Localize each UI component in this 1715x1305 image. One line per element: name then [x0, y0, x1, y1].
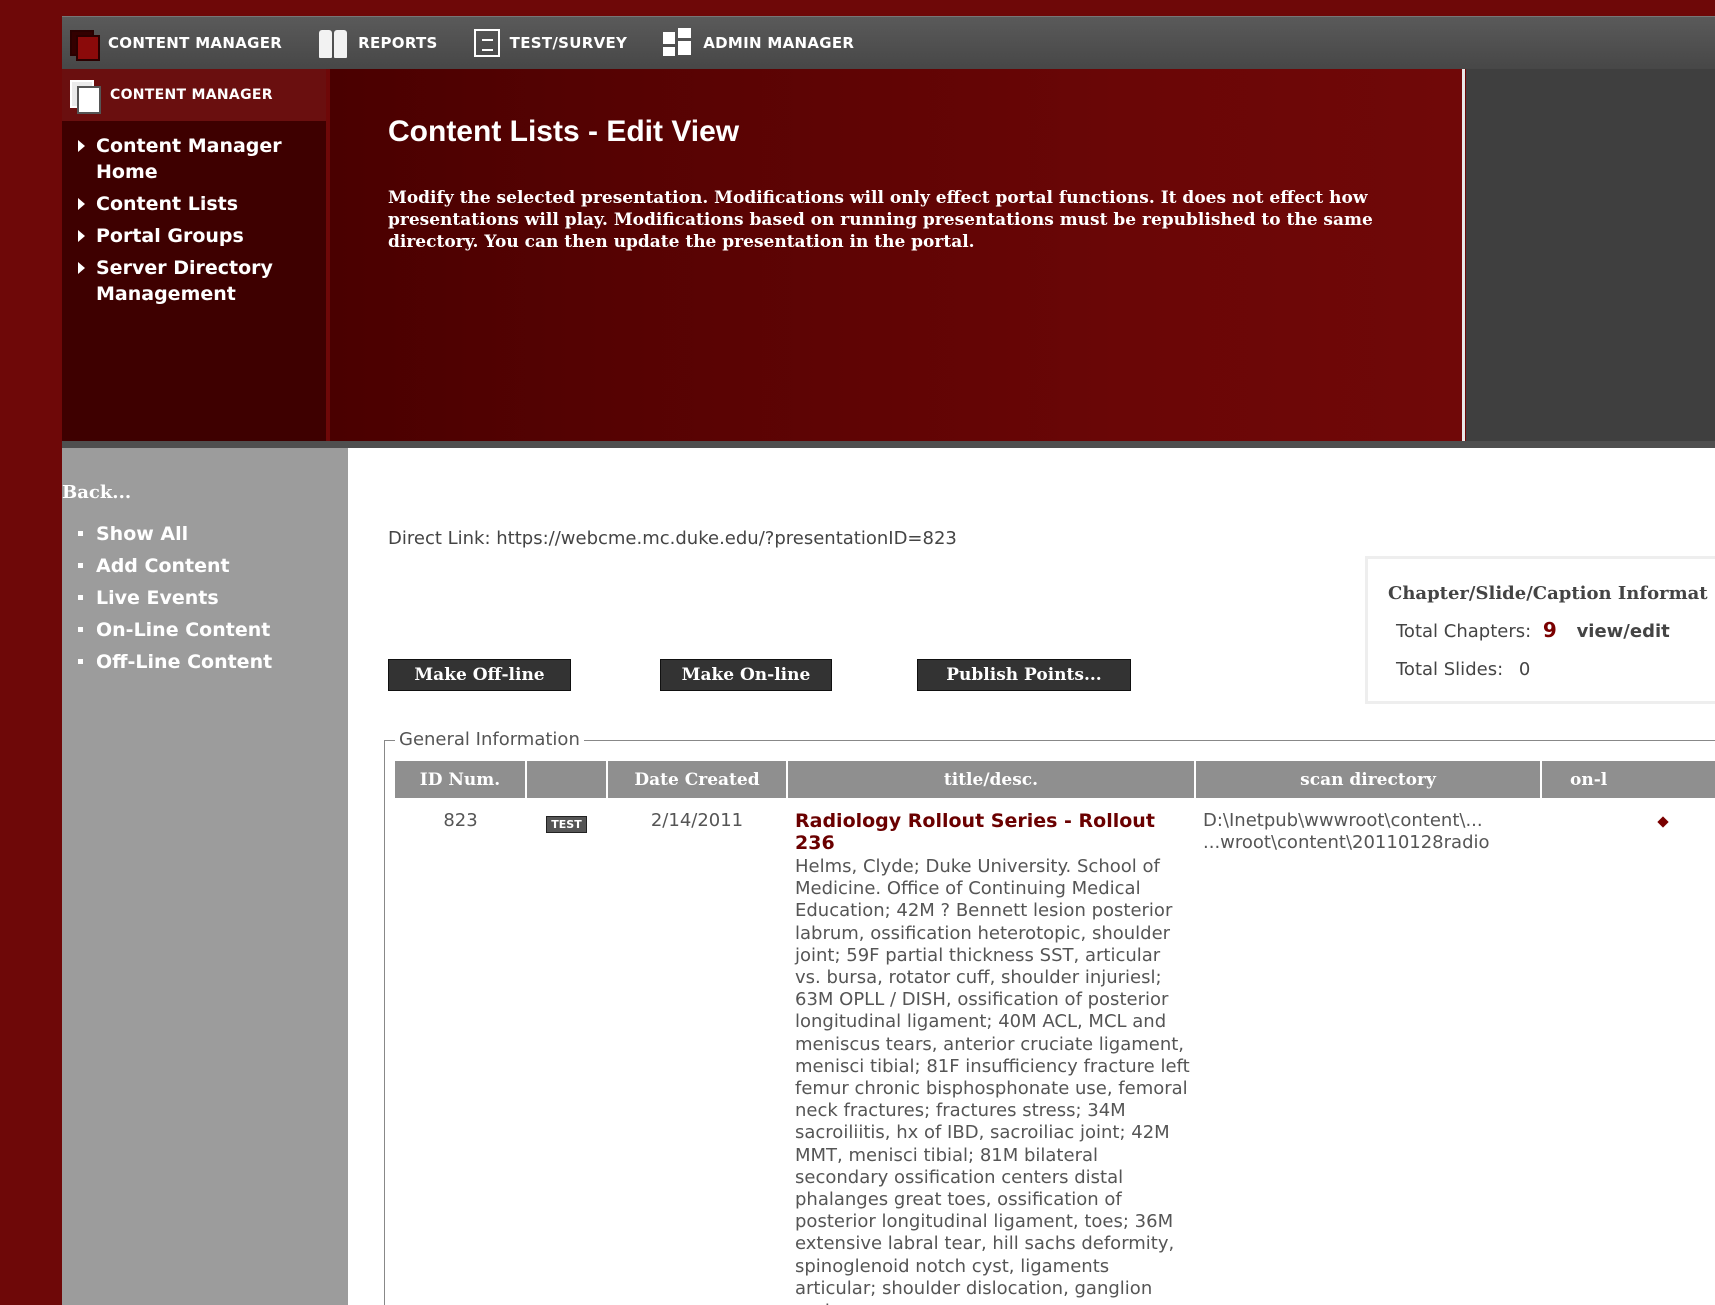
row-title-desc-cell: Radiology Rollout Series - Rollout 236 H… — [787, 798, 1195, 1305]
page-description: Modify the selected presentation. Modifi… — [388, 188, 1373, 252]
make-online-button[interactable]: Make On-line — [660, 659, 832, 691]
direct-link[interactable]: Direct Link: https://webcme.mc.duke.edu/… — [388, 528, 957, 549]
content-manager-panel-title: CONTENT MANAGER — [110, 87, 273, 103]
general-information-table: ID Num. Date Created title/desc. scan di… — [395, 761, 1715, 1305]
nav-test-survey[interactable]: TEST/SURVEY — [473, 29, 628, 57]
row-id: 823 — [443, 810, 478, 831]
row-description: Helms, Clyde; Duke University. School of… — [795, 856, 1190, 1305]
column-header-scan-directory[interactable]: scan directory — [1195, 761, 1542, 798]
nav-content-manager-label: CONTENT MANAGER — [108, 34, 283, 52]
chapter-info-box: Chapter/Slide/Caption Informat Total Cha… — [1365, 556, 1715, 704]
view-edit-link[interactable]: view/edit — [1577, 621, 1670, 642]
publish-points-button[interactable]: Publish Points... — [917, 659, 1131, 691]
scan-directory-line-2: ...wroot\content\20110128radio — [1203, 832, 1490, 853]
total-chapters-line: Total Chapters: 9 view/edit — [1396, 618, 1670, 642]
column-header-date-created[interactable]: Date Created — [607, 761, 788, 798]
nav-admin-manager[interactable]: ADMIN MANAGER — [663, 28, 854, 58]
column-header-type — [526, 761, 608, 798]
general-information-legend: General Information — [395, 729, 584, 750]
row-title[interactable]: Radiology Rollout Series - Rollout 236 — [795, 810, 1191, 854]
main-content: Direct Link: https://webcme.mc.duke.edu/… — [348, 448, 1715, 1305]
chapter-info-title: Chapter/Slide/Caption Informat — [1388, 583, 1708, 604]
banner-divider — [1462, 69, 1465, 441]
row-online-cell — [1541, 798, 1715, 1305]
column-header-id[interactable]: ID Num. — [395, 761, 527, 798]
table-header-row: ID Num. Date Created title/desc. scan di… — [395, 761, 1715, 798]
sidebar-item-live-events[interactable]: Live Events — [76, 582, 272, 614]
row-scan-directory-cell: D:\Inetpub\wwwroot\content\... ...wroot\… — [1195, 798, 1541, 1305]
menu-portal-groups[interactable]: Portal Groups — [76, 223, 326, 249]
general-information-section: General Information ID Num. Date Created… — [384, 729, 1715, 1305]
page-banner: Content Lists - Edit View Modify the sel… — [330, 69, 1463, 441]
top-navigation-bar: CONTENT MANAGER REPORTS TEST/SURVEY ADMI… — [62, 16, 1715, 69]
sidebar-item-show-all[interactable]: Show All — [76, 518, 272, 550]
pages-icon — [70, 80, 101, 114]
scan-directory-line-1: D:\Inetpub\wwwroot\content\... — [1203, 810, 1483, 831]
book-icon — [318, 28, 348, 58]
menu-content-manager-home[interactable]: Content Manager Home — [76, 133, 326, 185]
nav-admin-manager-label: ADMIN MANAGER — [703, 34, 855, 52]
back-link[interactable]: Back... — [62, 482, 131, 503]
content-manager-menu: Content Manager Home Content Lists Porta… — [62, 121, 326, 307]
sidebar-links: Show All Add Content Live Events On-Line… — [76, 518, 272, 678]
pages-icon — [68, 28, 100, 61]
row-date-created: 2/14/2011 — [650, 810, 744, 831]
test-badge: TEST — [546, 816, 587, 833]
total-slides-line: Total Slides: 0 — [1396, 659, 1530, 680]
header-divider — [62, 441, 1715, 448]
sidebar-item-offline-content[interactable]: Off-Line Content — [76, 646, 272, 678]
document-icon — [473, 29, 500, 57]
nav-reports-label: REPORTS — [358, 34, 438, 52]
online-status-icon[interactable] — [1657, 816, 1669, 828]
total-slides-label: Total Slides: — [1396, 659, 1504, 680]
total-chapters-label: Total Chapters: — [1396, 621, 1532, 642]
right-header-panel — [1466, 69, 1715, 441]
content-manager-panel-header: CONTENT MANAGER — [62, 69, 326, 121]
table-row: 823 TEST 2/14/2011 Radiology Rollout Ser… — [395, 798, 1715, 1305]
nav-test-survey-label: TEST/SURVEY — [509, 34, 628, 52]
total-chapters-value: 9 — [1542, 618, 1557, 642]
nav-reports[interactable]: REPORTS — [318, 28, 438, 58]
menu-server-directory-management[interactable]: Server Directory Management — [76, 255, 326, 307]
sidebar-item-add-content[interactable]: Add Content — [76, 550, 272, 582]
grid-icon — [663, 28, 693, 58]
page-title: Content Lists - Edit View — [388, 115, 740, 148]
column-header-online[interactable]: on-l — [1541, 761, 1715, 798]
total-slides-value: 0 — [1518, 659, 1531, 680]
nav-content-manager[interactable]: CONTENT MANAGER — [68, 28, 283, 61]
menu-content-lists[interactable]: Content Lists — [76, 191, 326, 217]
column-header-title-desc[interactable]: title/desc. — [787, 761, 1196, 798]
row-type-cell: TEST — [526, 798, 607, 1305]
sidebar-item-online-content[interactable]: On-Line Content — [76, 614, 272, 646]
make-offline-button[interactable]: Make Off-line — [388, 659, 571, 691]
left-sidebar: Back... Show All Add Content Live Events… — [62, 448, 348, 1305]
content-manager-panel: CONTENT MANAGER Content Manager Home Con… — [62, 69, 326, 441]
